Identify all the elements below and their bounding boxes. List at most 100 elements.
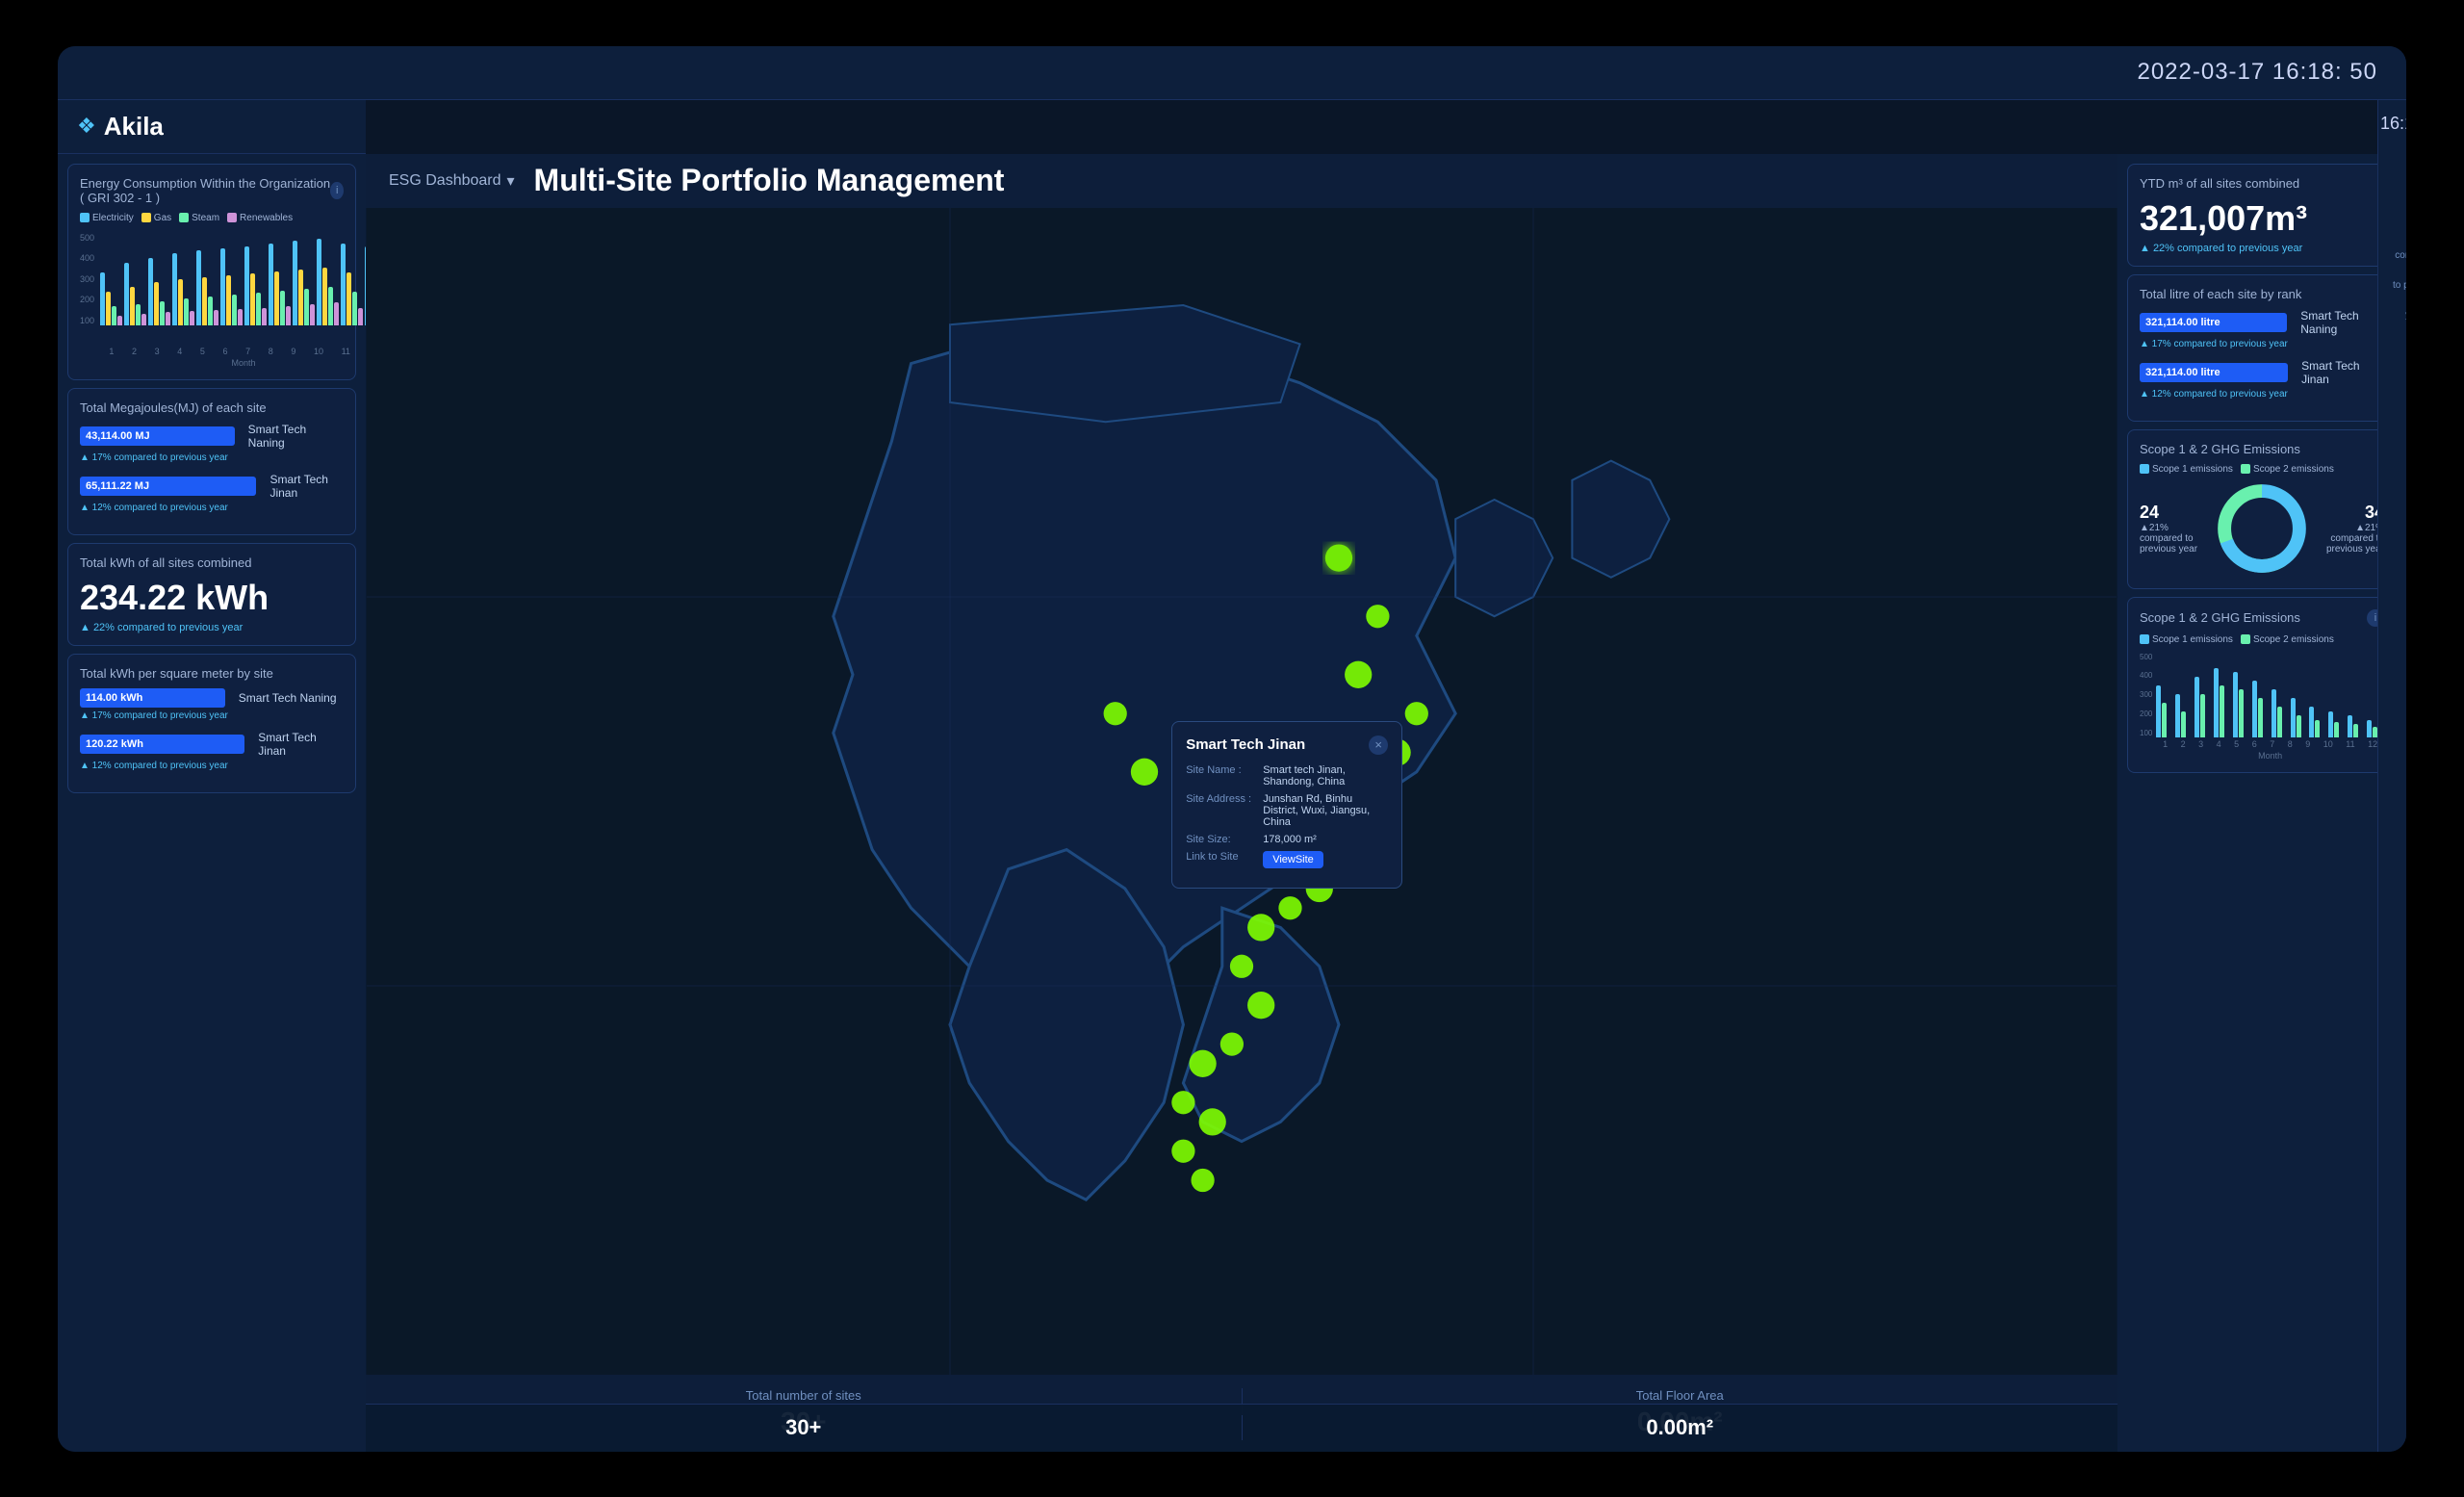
ytd-water-card: YTD m³ of all sites combined 321,007m³ ▲… [2127, 164, 2397, 267]
sqm-site2-change: ▲ 12% compared to previous year [80, 761, 344, 771]
mj-site-1: 43,114.00 MJ Smart Tech Naning ▲ 17% com… [80, 423, 344, 463]
datetime: 2022-03-17 16:18: 50 [2137, 59, 2377, 86]
ytd-water-value: 321,007m³ [2140, 198, 2384, 239]
bar-group-8 [269, 244, 291, 325]
ghg-bar-g5 [2233, 672, 2250, 737]
legend-electricity: Electricity [80, 213, 134, 223]
kwh-sqm-card: Total kWh per square meter by site 114.0… [67, 654, 356, 793]
donut-chart-svg [2214, 480, 2310, 577]
energy-xlabel: Month [100, 358, 366, 368]
map-stat-floor-label: Total Floor Area [1243, 1388, 2118, 1403]
topbar: 2022-03-17 16:18: 50 [58, 46, 2406, 100]
legend-gas: Gas [141, 213, 171, 223]
chevron-down-icon: ▾ [507, 171, 515, 191]
view-site-link[interactable]: ViewSite [1263, 851, 1323, 868]
legend-ghg-scope1: Scope 1 emissions [2140, 634, 2233, 645]
kwh-value: 234.22 kWh [80, 578, 344, 618]
scope2-change: ▲21% compared to previous year [2320, 523, 2384, 555]
total-litre-card: Total litre of each site by rank 321,114… [2127, 274, 2397, 422]
mj-site2-change: ▲ 12% compared to previous year [80, 503, 344, 513]
total-litre-title: Total litre of each site by rank [2140, 287, 2384, 301]
mj-site2-fill: 65,111.22 MJ [80, 477, 256, 496]
ghg-bar-g7 [2272, 689, 2289, 737]
kwh-sqm-site-2: 120.22 kWh Smart Tech Jinan ▲ 12% compar… [80, 731, 344, 771]
partial-datetime: 16:18: 50 [2380, 114, 2406, 134]
popup-row-name: Site Name : Smart tech Jinan, Shandong, … [1186, 764, 1388, 787]
legend-scope2: Scope 2 emissions [2241, 464, 2334, 475]
litre-site2-fill: 321,114.00 litre [2140, 363, 2288, 382]
ghg-yaxis: 500 400 300 200 100 [2140, 651, 2152, 737]
ytd-water-change: ▲ 22% compared to previous year [2140, 243, 2384, 254]
bar-group-4 [172, 253, 194, 325]
ghg-donut-legend: Scope 1 emissions Scope 2 emissions [2140, 464, 2384, 475]
donut-wrap: 24 ▲21% compared to previous year 34 ▲21… [2140, 480, 2384, 577]
bottom-stat1: 30+ [366, 1415, 1243, 1440]
bar-group-9 [293, 241, 315, 325]
partial-compared1: compared [2395, 250, 2406, 261]
ghg-bar-g4 [2214, 668, 2231, 737]
total-kwh-card: Total kWh of all sites combined 234.22 k… [67, 543, 356, 646]
kwh-change: ▲ 22% compared to previous year [80, 622, 344, 633]
steam-dot [179, 213, 189, 222]
partial-to-prev1: to previous [2393, 280, 2406, 291]
scope1-value: 24 [2140, 503, 2204, 523]
ghg-bar-g1 [2156, 685, 2173, 737]
bar-group-2 [124, 263, 146, 325]
popup-row-link: Link to Site ViewSite [1186, 851, 1388, 868]
sqm-site2-fill: 120.22 kWh [80, 735, 244, 754]
map-background: Smart Tech Jinan × Site Name : Smart tec… [366, 208, 2118, 1375]
ghg-donut-title: Scope 1 & 2 GHG Emissions [2140, 442, 2384, 456]
energy-info-btn[interactable]: i [330, 182, 344, 199]
right-panel: YTD m³ of all sites combined 321,007m³ ▲… [2118, 154, 2406, 1452]
kwh-sqm-title: Total kWh per square meter by site [80, 666, 344, 681]
scope1-label-area: 24 ▲21% compared to previous year [2140, 503, 2204, 555]
map-area: ESG Dashboard ▾ Multi-Site Portfolio Man… [366, 154, 2118, 1452]
ghg-bars [2156, 651, 2384, 737]
popup-row-size: Site Size: 178,000 m² [1186, 834, 1388, 845]
ghg-xlabel: Month [2156, 751, 2384, 761]
gas-dot [141, 213, 151, 222]
ghg-xaxis: 123 456 789 101112 [2156, 739, 2384, 749]
bar-group-3 [148, 258, 170, 325]
legend-renewables: Renewables [227, 213, 293, 223]
ghg-bar-g3 [2194, 677, 2212, 737]
ghg-chart-area: 123 456 789 101112 Month [2156, 651, 2384, 761]
bar-group-7 [244, 246, 267, 325]
legend-ghg-scope2: Scope 2 emissions [2241, 634, 2334, 645]
litre-site1-fill: 321,114.00 litre [2140, 313, 2287, 332]
second-screen-partial: 16:18: 50 Naning Jinan compared to previ… [2377, 46, 2406, 1452]
total-mj-card: Total Megajoules(MJ) of each site 43,114… [67, 388, 356, 535]
map-stat-sites-label: Total number of sites [366, 1388, 1242, 1403]
bottom-stat2: 0.00m² [1243, 1415, 2118, 1440]
mj-site1-fill: 43,114.00 MJ [80, 426, 235, 446]
energy-card-title: Energy Consumption Within the Organizati… [80, 176, 344, 205]
logo-text: Akila [104, 112, 164, 142]
total-kwh-title: Total kWh of all sites combined [80, 555, 344, 570]
ghg-bar-g6 [2252, 681, 2270, 737]
energy-consumption-card: Energy Consumption Within the Organizati… [67, 164, 356, 380]
popup-close-btn[interactable]: × [1369, 736, 1388, 755]
ghg-donut-card: Scope 1 & 2 GHG Emissions Scope 1 emissi… [2127, 429, 2397, 589]
ghg-bar-g11 [2348, 715, 2365, 737]
bottom-strip: 30+ 0.00m² [366, 1404, 2118, 1452]
site-popup: Smart Tech Jinan × Site Name : Smart tec… [1171, 721, 1402, 889]
bar-group-10 [317, 239, 339, 325]
mj-site-2: 65,111.22 MJ Smart Tech Jinan ▲ 12% comp… [80, 473, 344, 513]
logobar: ❖ Akila [58, 100, 366, 154]
bar-group-11 [341, 244, 363, 325]
litre-site2-change: ▲ 12% compared to previous year [2140, 389, 2384, 400]
renewables-dot [227, 213, 237, 222]
bar-group-6 [220, 248, 243, 325]
dashboard-dropdown[interactable]: ESG Dashboard ▾ [389, 171, 515, 191]
kwh-sqm-site-1: 114.00 kWh Smart Tech Naning ▲ 17% compa… [80, 688, 344, 721]
main-screen: 2022-03-17 16:18: 50 ❖ Akila Energy Cons… [58, 46, 2406, 1452]
popup-title: Smart Tech Jinan [1186, 736, 1305, 753]
energy-chart [100, 229, 366, 345]
energy-legend: Electricity Gas Steam Renewables [80, 213, 344, 223]
ghg-bar-card: Scope 1 & 2 GHG Emissions i Scope 1 emis… [2127, 597, 2397, 773]
bar-group-5 [196, 250, 218, 325]
ghg-bar-g2 [2175, 694, 2193, 737]
litre-site-1: 321,114.00 litre Smart Tech Naning ▲ 17%… [2140, 309, 2384, 349]
ghg-bar-title: Scope 1 & 2 GHG Emissions i [2140, 609, 2384, 627]
bar-group-1 [100, 272, 122, 325]
